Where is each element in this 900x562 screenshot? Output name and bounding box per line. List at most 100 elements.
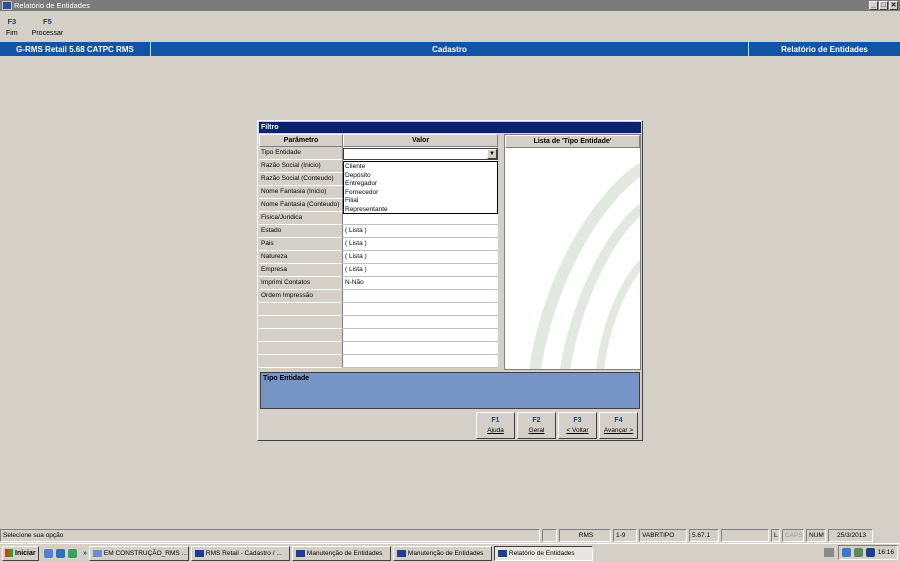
grid-row[interactable]	[259, 316, 500, 329]
task-label: RMS Retail - Cadastro / ...	[205, 549, 282, 557]
value-cell[interactable]	[343, 355, 498, 368]
grid-row[interactable]	[259, 303, 500, 316]
status-system: RMS	[559, 529, 611, 542]
status-caps: CAPS	[782, 529, 804, 542]
rms-app-icon	[396, 549, 406, 557]
next-button[interactable]: F4 Avançar >	[599, 412, 638, 439]
minimize-button[interactable]: _	[869, 1, 878, 10]
grid-row[interactable]	[259, 355, 500, 368]
fkey-label: Fim	[6, 30, 18, 37]
f3-fim-button[interactable]: F3 Fim	[6, 17, 18, 37]
dropdown-option[interactable]: Entregador	[344, 180, 497, 189]
value-cell[interactable]	[343, 290, 498, 303]
tipo-entidade-dropdown-list: Cliente Depósito Entregador Fornecedor F…	[343, 161, 498, 214]
value-cell[interactable]	[343, 342, 498, 355]
grid-row[interactable]: Imprimi Contatos N-Não	[259, 277, 500, 290]
tipo-entidade-combobox[interactable]: ▼	[343, 148, 498, 160]
value-cell[interactable]	[343, 303, 498, 316]
grid-header: Parâmetro Valor	[259, 134, 500, 147]
network-icon[interactable]	[841, 548, 851, 557]
value-cell[interactable]: N-Não	[343, 277, 498, 290]
watermark-logo	[529, 163, 640, 369]
status-cell-empty	[721, 529, 769, 542]
param-cell: Nome Fantasia (Inicio)	[259, 186, 343, 199]
grid-row[interactable]	[259, 329, 500, 342]
task-label: Manutenção de Entidades	[407, 549, 484, 557]
keyboard-icon[interactable]	[824, 548, 834, 557]
security-icon[interactable]	[853, 548, 863, 557]
rms-app-icon	[497, 549, 507, 557]
status-date: 25/3/2013	[828, 529, 873, 542]
param-cell: Nome Fantasia (Conteudo)	[259, 199, 343, 212]
app-tray-icon[interactable]	[865, 548, 875, 557]
value-list-panel[interactable]: Lista de 'Tipo Entidade'	[504, 134, 641, 370]
taskbar-task[interactable]: Manutenção de Entidades	[291, 545, 391, 561]
grid-row[interactable]: Ordem Impressão	[259, 290, 500, 303]
task-label: Manutenção de Entidades	[306, 549, 383, 557]
system-tray: 16:16	[837, 545, 898, 560]
grid-row[interactable]	[259, 342, 500, 355]
grid-row[interactable]: Estado( Lista )	[259, 225, 500, 238]
document-icon	[92, 549, 102, 557]
value-cell[interactable]	[343, 329, 498, 342]
maximize-button[interactable]: □	[879, 1, 888, 10]
button-label: Ajuda	[487, 427, 504, 434]
status-cell-empty	[542, 529, 557, 542]
close-button[interactable]: ✕	[889, 1, 898, 10]
page-name: Relatório de Entidades	[781, 44, 868, 54]
browser-icon[interactable]	[56, 548, 65, 558]
dropdown-option[interactable]: Filial	[344, 197, 497, 206]
clock[interactable]: 16:16	[878, 549, 894, 556]
task-label: EM CONSTRUÇÃO_RMS ...	[103, 549, 187, 557]
window-controls: _ □ ✕	[869, 1, 898, 10]
dropdown-option[interactable]: Representante	[344, 206, 497, 215]
status-num: NUM	[806, 529, 826, 542]
task-label: Relatório de Entidades	[508, 549, 575, 557]
back-button[interactable]: F3 < Voltar	[558, 412, 597, 439]
param-cell: Imprimi Contatos	[259, 277, 343, 290]
button-label: Avançar >	[603, 427, 634, 434]
window-titlebar: Relatório de Entidades _ □ ✕	[0, 0, 900, 11]
value-cell[interactable]: ( Lista )	[343, 264, 498, 277]
status-lock: L	[771, 529, 780, 542]
taskbar-task-active[interactable]: Relatório de Entidades	[493, 545, 593, 561]
grid-row[interactable]: Natureza( Lista )	[259, 251, 500, 264]
chevron-right-icon[interactable]: »	[83, 550, 87, 557]
value-cell[interactable]: ( Lista )	[343, 225, 498, 238]
taskbar-task[interactable]: Manutenção de Entidades	[392, 545, 492, 561]
grid-row[interactable]: Empresa( Lista )	[259, 264, 500, 277]
start-button[interactable]: Iniciar	[2, 545, 39, 561]
function-key-bar: F3 Fim F5 Processar	[6, 17, 63, 37]
value-column-header: Valor	[343, 134, 498, 147]
param-cell	[259, 342, 343, 355]
button-key: F2	[532, 417, 541, 424]
button-label: Geral	[528, 427, 545, 434]
app-icon	[2, 1, 12, 10]
param-cell	[259, 355, 343, 368]
param-cell: Estado	[259, 225, 343, 238]
taskbar-task[interactable]: EM CONSTRUÇÃO_RMS ...	[88, 545, 189, 561]
button-key: F1	[491, 417, 500, 424]
system-name: G-RMS Retail 5.68 CATPC RMS	[0, 42, 151, 56]
general-button[interactable]: F2 Geral	[517, 412, 556, 439]
status-bar: Selecione sua opção RMS 1-9 VABRTIPO 5.6…	[0, 529, 900, 542]
dropdown-option[interactable]: Cliente	[344, 163, 497, 172]
dropdown-option[interactable]: Depósito	[344, 172, 497, 181]
desktop-icon[interactable]	[44, 548, 53, 558]
grid-row[interactable]: Pais( Lista )	[259, 238, 500, 251]
fkey-code: F5	[43, 17, 52, 26]
param-cell: Natureza	[259, 251, 343, 264]
param-cell: Razão Social (Inicio)	[259, 160, 343, 173]
dialog-title: Filtro	[259, 122, 641, 133]
chevron-down-icon[interactable]: ▼	[487, 149, 497, 159]
explorer-icon[interactable]	[68, 548, 77, 558]
filter-dialog: Filtro Parâmetro Valor Tipo Entidade Razã…	[257, 120, 643, 441]
value-cell[interactable]	[343, 316, 498, 329]
f5-processar-button[interactable]: F5 Processar	[32, 17, 64, 37]
rms-app-icon	[194, 549, 204, 557]
help-button[interactable]: F1 Ajuda	[476, 412, 515, 439]
value-cell[interactable]: ( Lista )	[343, 251, 498, 264]
taskbar-task[interactable]: RMS Retail - Cadastro / ...	[190, 545, 290, 561]
value-cell[interactable]: ( Lista )	[343, 238, 498, 251]
dropdown-option[interactable]: Fornecedor	[344, 189, 497, 198]
